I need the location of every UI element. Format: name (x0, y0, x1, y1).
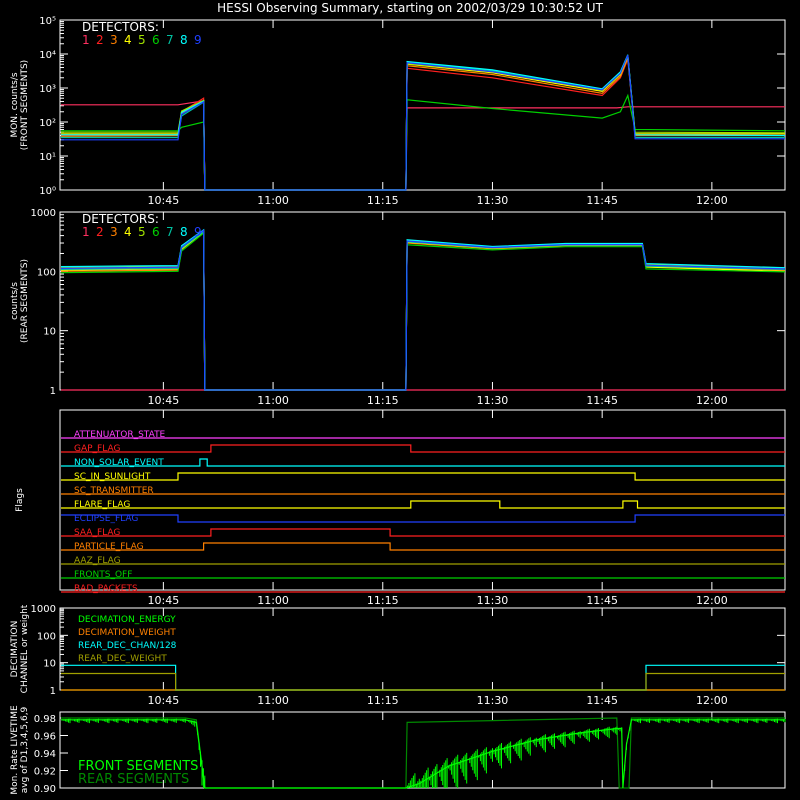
front-ytick-label: 10⁵ (39, 16, 56, 27)
plot-title: HESSI Observing Summary, starting on 200… (217, 1, 603, 15)
rear-xtick-label: 11:00 (257, 394, 289, 407)
front-xtick-label: 11:00 (257, 194, 289, 207)
rear-legend-number: 2 (96, 225, 104, 239)
rear-legend-number: 9 (194, 225, 202, 239)
rear-xtick-label: 11:45 (586, 394, 618, 407)
flags-xtick-label: 11:45 (586, 594, 618, 607)
decim-ylabel: DECIMATION (10, 621, 20, 678)
front-ytick-label: 10⁴ (39, 50, 56, 61)
front-legend-number: 6 (152, 33, 160, 47)
front-ytick-label: 10⁰ (39, 186, 56, 197)
front-legend-number: 7 (166, 33, 174, 47)
front-legend-number: 8 (180, 33, 188, 47)
front-legend-title: DETECTORS: (82, 20, 159, 34)
front-legend-number: 2 (96, 33, 104, 47)
rear-xtick-label: 11:15 (367, 394, 399, 407)
rear-legend-title: DETECTORS: (82, 212, 159, 226)
front-legend-number: 5 (138, 33, 146, 47)
decim-legend-label: DECIMATION_WEIGHT (78, 628, 176, 638)
rear-xtick-label: 10:45 (148, 394, 180, 407)
decim-legend-label: REAR_DEC_WEIGHT (78, 654, 167, 664)
flags-xtick-label: 12:00 (696, 594, 728, 607)
front-ylabel: MON. counts/s (10, 72, 20, 137)
decim-legend-label: DECIMATION_ENERGY (78, 615, 176, 625)
rear-legend-number: 8 (180, 225, 188, 239)
decim-ytick-label: 1 (50, 686, 56, 697)
front-xtick-label: 11:45 (586, 194, 618, 207)
rear-legend-number: 5 (138, 225, 146, 239)
decim-xtick-label: 11:15 (367, 694, 399, 707)
rear-xtick-label: 12:00 (696, 394, 728, 407)
rear-ylabel: (REAR SEGMENTS) (20, 259, 30, 343)
front-ytick-label: 10¹ (39, 152, 56, 163)
decim-ytick-label: 1000 (31, 604, 56, 615)
front-xtick-label: 10:45 (148, 194, 180, 207)
background (0, 0, 800, 800)
decim-ytick-label: 100 (37, 631, 56, 642)
decim-ytick-label: 10 (43, 659, 56, 670)
rear-legend-number: 6 (152, 225, 160, 239)
front-legend-number: 9 (194, 33, 202, 47)
rear-xtick-label: 11:30 (477, 394, 509, 407)
livetime-ylabel: avg of D1,3,4,5,6,9 (20, 706, 30, 793)
flags-xtick-label: 10:45 (148, 594, 180, 607)
decim-xtick-label: 12:00 (696, 694, 728, 707)
front-ylabel: (FRONT SEGMENTS) (20, 60, 30, 150)
decim-ylabel: CHANNEL or weight (20, 604, 30, 693)
front-xtick-label: 12:00 (696, 194, 728, 207)
flags-ylabel: Flags (15, 488, 25, 512)
decim-xtick-label: 11:45 (586, 694, 618, 707)
livetime-ylabel: Mon. Rate LIVETIME (10, 705, 20, 795)
front-legend-number: 3 (110, 33, 118, 47)
livetime-legend-rear: REAR SEGMENTS (78, 772, 189, 787)
livetime-ytick-label: 0.96 (34, 732, 56, 743)
livetime-ytick-label: 0.98 (34, 714, 56, 725)
hessi-summary-plot: HESSI Observing Summary, starting on 200… (0, 0, 800, 800)
front-xtick-label: 11:15 (367, 194, 399, 207)
front-legend-number: 1 (82, 33, 90, 47)
rear-ytick-label: 10 (43, 327, 56, 338)
decim-xtick-label: 11:30 (477, 694, 509, 707)
rear-legend-number: 7 (166, 225, 174, 239)
front-xtick-label: 11:30 (477, 194, 509, 207)
flags-xtick-label: 11:15 (367, 594, 399, 607)
decim-legend-label: REAR_DEC_CHAN/128 (78, 641, 177, 651)
rear-ylabel: counts/s (10, 282, 20, 320)
decim-xtick-label: 10:45 (148, 694, 180, 707)
rear-ytick-label: 100 (37, 267, 56, 278)
flags-xtick-label: 11:00 (257, 594, 289, 607)
front-ytick-label: 10³ (39, 84, 56, 95)
rear-ytick-label: 1 (50, 386, 56, 397)
livetime-ytick-label: 0.90 (34, 784, 56, 795)
decim-xtick-label: 11:00 (257, 694, 289, 707)
rear-ytick-label: 1000 (31, 208, 56, 219)
rear-legend-number: 3 (110, 225, 118, 239)
livetime-ytick-label: 0.94 (34, 749, 56, 760)
flags-xtick-label: 11:30 (477, 594, 509, 607)
rear-legend-number: 4 (124, 225, 132, 239)
rear-legend-number: 1 (82, 225, 90, 239)
front-ytick-label: 10² (39, 118, 56, 129)
livetime-ytick-label: 0.92 (34, 767, 56, 778)
front-legend-number: 4 (124, 33, 132, 47)
